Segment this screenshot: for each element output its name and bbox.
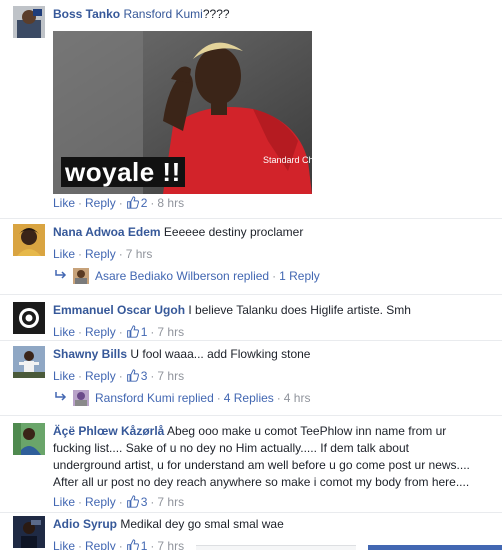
comment-body: Emmanuel Oscar Ugoh I believe Talanku do… xyxy=(53,302,498,340)
reply-link[interactable]: Reply xyxy=(85,369,116,383)
timestamp[interactable]: 4 hrs xyxy=(284,391,311,405)
commenter-name[interactable]: Nana Adwoa Edem xyxy=(53,225,161,239)
thumbs-up-icon[interactable] xyxy=(126,495,139,508)
reply-arrow-icon xyxy=(55,270,67,279)
comment-text: ???? xyxy=(202,7,230,21)
avatar[interactable] xyxy=(13,423,45,455)
avatar[interactable] xyxy=(13,302,45,334)
comment-text: U fool waaa... add Flowking stone xyxy=(130,347,311,361)
like-link[interactable]: Like xyxy=(53,369,75,383)
mention-link[interactable]: Ransford Kumi xyxy=(123,7,202,21)
comment-actions: Like · Reply · 1 · 7 hrs xyxy=(53,325,185,339)
avatar[interactable] xyxy=(13,224,45,256)
avatar[interactable] xyxy=(13,516,45,548)
commenter-name[interactable]: Adio Syrup xyxy=(53,517,117,531)
comment-body: Nana Adwoa Edem Eeeeee destiny proclamer… xyxy=(53,224,498,262)
reply-link[interactable]: Reply xyxy=(85,247,116,261)
timestamp[interactable]: 8 hrs xyxy=(157,196,184,210)
comment-actions: Like · Reply · 2 · 8 hrs xyxy=(53,196,185,210)
reply-count[interactable]: 1 Reply xyxy=(279,269,320,283)
comment-text-line: After all ur post no dey reach anywhere … xyxy=(53,475,470,489)
thumbs-up-icon[interactable] xyxy=(126,539,139,550)
reply-count[interactable]: 4 Replies xyxy=(224,391,274,405)
photo-caption: woyale !! xyxy=(61,157,185,187)
replies-summary[interactable]: Asare Bediako Wilberson replied · 1 Reply xyxy=(55,268,320,284)
timestamp[interactable]: 7 hrs xyxy=(157,325,184,339)
comment-text-line: fucking list.... Sake of u no dey no Him… xyxy=(53,441,409,455)
commenter-name[interactable]: Boss Tanko xyxy=(53,7,120,21)
comment-body: Shawny Bills U fool waaa... add Flowking… xyxy=(53,346,498,384)
comment-actions: Like · Reply · 3 · 7 hrs xyxy=(53,369,185,383)
avatar[interactable] xyxy=(73,268,89,284)
commenter-name[interactable]: Äçë Phlœw Kåzørlå xyxy=(53,424,164,438)
bottom-button-edge[interactable] xyxy=(368,545,502,550)
avatar[interactable] xyxy=(73,390,89,406)
bottom-toolbar-edge xyxy=(196,545,356,550)
jersey-sponsor-text: Standard Chartered xyxy=(263,155,312,165)
comment-text: I believe Talanku does Higlife artiste. … xyxy=(188,303,411,317)
comment-text-line: Abeg ooo make u comot TeePhlow inn name … xyxy=(167,424,447,438)
divider xyxy=(0,218,502,219)
comment-actions: Like · Reply · 3 · 7 hrs xyxy=(53,495,185,509)
replied-label[interactable]: replied xyxy=(178,391,214,405)
like-link[interactable]: Like xyxy=(53,539,75,550)
comment-actions: Like · Reply · 7 hrs xyxy=(53,247,153,261)
like-link[interactable]: Like xyxy=(53,247,75,261)
timestamp[interactable]: 7 hrs xyxy=(157,369,184,383)
thumbs-up-icon[interactable] xyxy=(126,325,139,338)
comment-body: Äçë Phlœw Kåzørlå Abeg ooo make u comot … xyxy=(53,423,498,510)
replies-summary[interactable]: Ransford Kumi replied · 4 Replies · 4 hrs xyxy=(55,390,310,406)
divider xyxy=(0,415,502,416)
like-link[interactable]: Like xyxy=(53,325,75,339)
divider xyxy=(0,340,502,341)
reply-link[interactable]: Reply xyxy=(85,325,116,339)
thumbs-up-icon[interactable] xyxy=(126,369,139,382)
timestamp[interactable]: 7 hrs xyxy=(157,539,184,550)
commenter-name[interactable]: Shawny Bills xyxy=(53,347,127,361)
reply-link[interactable]: Reply xyxy=(85,539,116,550)
divider xyxy=(0,294,502,295)
reply-link[interactable]: Reply xyxy=(85,196,116,210)
timestamp[interactable]: 7 hrs xyxy=(126,247,153,261)
commenter-name[interactable]: Emmanuel Oscar Ugoh xyxy=(53,303,185,317)
replier-name[interactable]: Ransford Kumi xyxy=(95,391,174,405)
like-link[interactable]: Like xyxy=(53,495,75,509)
comment-text: Medikal dey go smal smal wae xyxy=(120,517,284,531)
like-link[interactable]: Like xyxy=(53,196,75,210)
replied-label[interactable]: replied xyxy=(233,269,269,283)
avatar[interactable] xyxy=(13,6,45,38)
thumbs-up-icon[interactable] xyxy=(126,196,139,209)
comment-body: Boss Tanko Ransford Kumi???? xyxy=(53,6,498,23)
reply-arrow-icon xyxy=(55,392,67,401)
reply-link[interactable]: Reply xyxy=(85,495,116,509)
divider xyxy=(0,512,502,513)
comment-photo[interactable]: Standard Chartered woyale !! xyxy=(53,31,312,194)
comment-text-line: underground artist, u for understand am … xyxy=(53,458,470,472)
timestamp[interactable]: 7 hrs xyxy=(157,495,184,509)
avatar[interactable] xyxy=(13,346,45,378)
comment-text: Eeeeee destiny proclamer xyxy=(163,225,304,239)
replier-name[interactable]: Asare Bediako Wilberson xyxy=(95,269,230,283)
